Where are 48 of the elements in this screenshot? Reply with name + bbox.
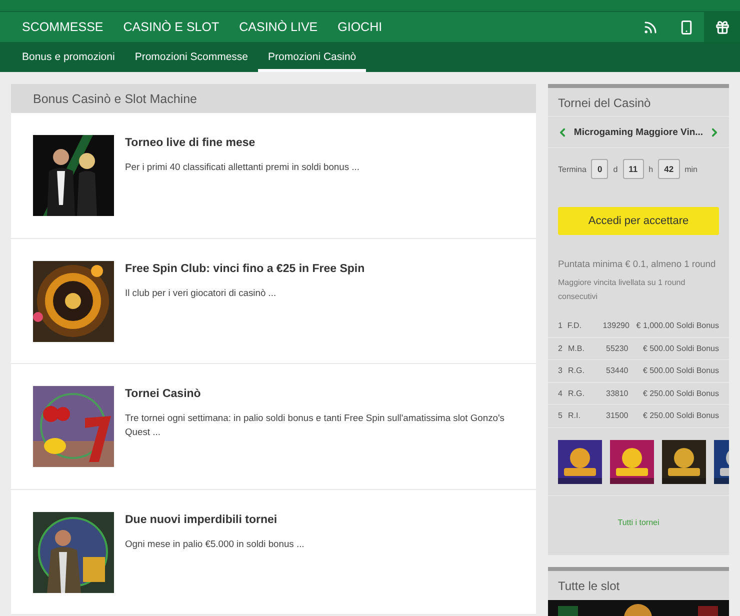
countdown-label: Termina: [558, 164, 586, 174]
points-cell-text: 33810: [606, 388, 630, 398]
player-cell-text: R.I.: [568, 411, 582, 420]
player-cell-text: R.G.: [568, 388, 586, 398]
player-cell-text: M.B.: [568, 344, 586, 353]
nav-link[interactable]: CASINÒ LIVE: [229, 12, 328, 42]
rank-cell-text: 1: [558, 321, 564, 330]
countdown-unit: d: [613, 164, 618, 174]
promo-title[interactable]: Tornei Casinò: [125, 388, 516, 400]
prize-cell: € 1,000.00 Soldi Bonus: [636, 321, 719, 330]
prize-cell: € 500.00 Soldi Bonus: [642, 366, 719, 376]
rank-cell-text: 4: [558, 388, 564, 398]
countdown-unit: min: [684, 164, 698, 174]
login-button[interactable]: Accedi per accettare: [558, 207, 719, 235]
rank-cell-text: 3: [558, 366, 564, 376]
promo-title[interactable]: Free Spin Club: vinci fino a €25 in Free Spin: [125, 262, 365, 274]
points-cell-text: 139290: [602, 321, 630, 330]
nav-link[interactable]: CASINÒ E SLOT: [113, 12, 230, 42]
rule-text: Maggiore vincita livellata su 1 round consecutivi: [557, 277, 686, 303]
promo-description: Il club per i veri giocatori di casinò ...: [125, 286, 278, 300]
points-cell-text: 31500: [606, 411, 630, 420]
panel-title: Tornei del Casinò: [548, 88, 729, 117]
points-cell-text: 53440: [606, 366, 630, 376]
subnav-tab[interactable]: Promozioni Scommesse: [124, 42, 258, 72]
rank-cell-text: 5: [558, 411, 564, 420]
min-bet-text: Puntata minima € 0.1, almeno 1 round: [557, 258, 717, 269]
player-cell-text: F.D.: [567, 321, 583, 330]
promo-description: Per i primi 40 classificati allettanti premi in soldi bonus ...: [125, 160, 360, 174]
countdown-unit: h: [648, 164, 654, 174]
prize-cell: € 250.00 Soldi Bonus: [642, 411, 719, 420]
promo-title[interactable]: Due nuovi imperdibili tornei: [125, 514, 304, 526]
rank-cell-text: 2: [558, 344, 564, 353]
countdown-value: 11: [622, 159, 644, 179]
subnav-tab[interactable]: Promozioni Casinò: [258, 42, 366, 72]
promo-description: Tre tornei ogni settimana: in palio soldi bonus e tanti Free Spin sull'amatissima slot Gonzo's Quest ...: [125, 411, 506, 439]
subnav-tab[interactable]: Bonus e promozioni: [12, 42, 125, 72]
prize-cell: € 250.00 Soldi Bonus: [642, 388, 719, 398]
nav-link[interactable]: GIOCHI: [328, 12, 392, 42]
countdown-value: 42: [658, 159, 680, 179]
promo-description: Ogni mese in palio €5.000 in soldi bonus ...: [125, 536, 304, 550]
tournament-name: Microgaming Maggiore Vin...: [574, 126, 704, 138]
promo-title[interactable]: Torneo live di fine mese: [125, 137, 360, 149]
prize-cell: € 500.00 Soldi Bonus: [642, 344, 719, 353]
points-cell-text: 55230: [606, 344, 630, 353]
player-cell-text: R.G.: [568, 366, 586, 376]
nav-link[interactable]: SCOMMESSE: [12, 12, 114, 42]
countdown-value: 0: [591, 159, 608, 179]
panel-title: Bonus Casinò e Slot Machine: [11, 84, 536, 113]
